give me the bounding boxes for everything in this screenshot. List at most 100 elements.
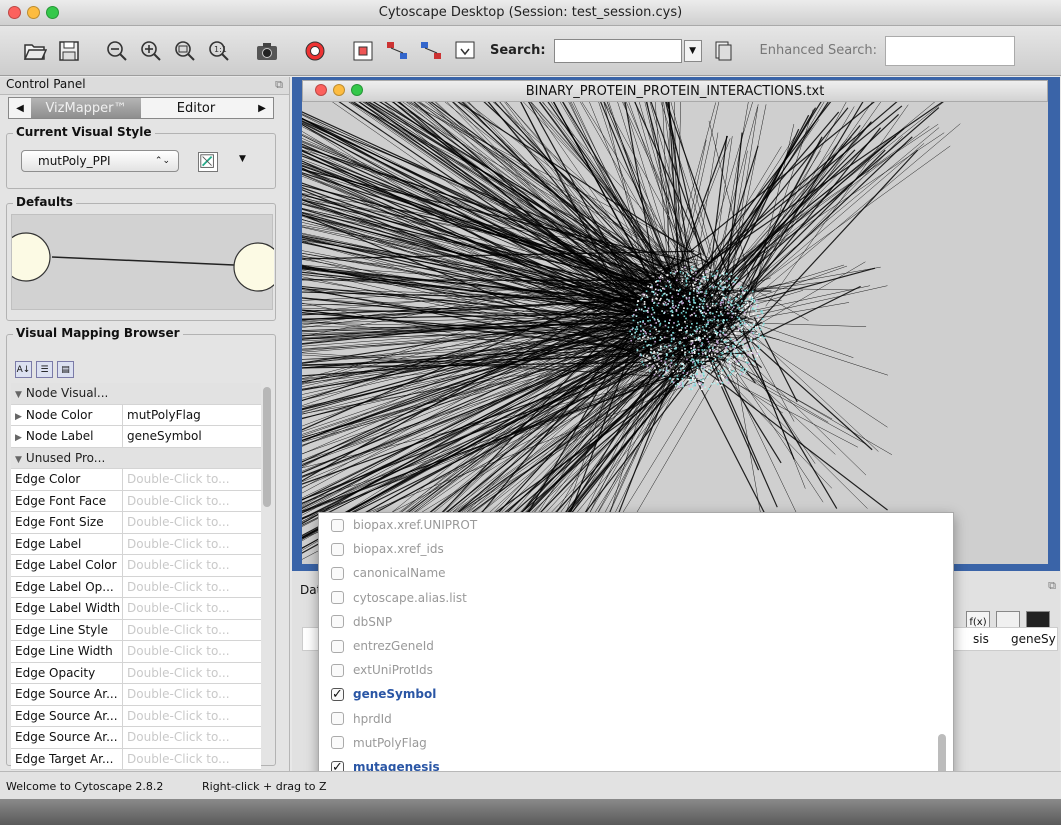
tab-right-arrow[interactable]: ▶ — [251, 98, 273, 118]
checkbox-icon[interactable] — [331, 663, 344, 677]
default-node-source — [1, 232, 51, 282]
property-row[interactable]: Edge Opacity Double-Click to... — [11, 662, 261, 684]
network-edges — [302, 102, 961, 564]
property-row[interactable]: Edge Font Size Double-Click to... — [11, 512, 261, 534]
property-value[interactable]: Double-Click to... — [123, 555, 261, 576]
collapsed-icon[interactable]: ▶ — [15, 433, 22, 443]
checkbox-icon[interactable] — [331, 712, 344, 726]
checkbox-icon[interactable] — [331, 736, 344, 750]
column-option[interactable]: extUniProtIds — [319, 658, 939, 682]
zoom-out-icon[interactable] — [102, 36, 132, 66]
property-value[interactable]: Double-Click to... — [123, 749, 261, 770]
column-option[interactable]: mutPolyFlag — [319, 731, 939, 755]
detach-icon[interactable]: ⧉ — [275, 78, 283, 92]
property-value[interactable]: Double-Click to... — [123, 727, 261, 748]
property-row[interactable]: Edge Font Face Double-Click to... — [11, 490, 261, 512]
checkbox-icon[interactable] — [331, 566, 344, 580]
property-value[interactable]: Double-Click to... — [123, 641, 261, 662]
property-row[interactable]: Edge Label Width Double-Click to... — [11, 598, 261, 620]
zoom-fit-icon[interactable] — [170, 36, 200, 66]
property-value[interactable]: Double-Click to... — [123, 684, 261, 705]
hide-selected-icon[interactable] — [382, 36, 412, 66]
toggle-description-icon[interactable]: ▤ — [57, 361, 74, 378]
save-icon[interactable] — [54, 36, 84, 66]
checkbox-icon[interactable] — [331, 639, 344, 653]
zoom-selected-icon[interactable]: 1:1 — [204, 36, 234, 66]
tab-editor[interactable]: Editor — [141, 98, 251, 118]
column-option[interactable]: canonicalName — [319, 561, 939, 585]
property-row[interactable]: Edge Line Style Double-Click to... — [11, 619, 261, 641]
network-graph[interactable] — [302, 102, 1048, 564]
property-value[interactable]: Double-Click to... — [123, 491, 261, 512]
search-input[interactable] — [553, 38, 682, 63]
checkbox-checked-icon[interactable]: ✓ — [331, 687, 344, 702]
property-row[interactable]: ▶ Node Color mutPolyFlag — [11, 404, 261, 426]
show-all-icon[interactable] — [416, 36, 446, 66]
search-dropdown-button[interactable]: ▼ — [683, 39, 702, 62]
zoom-window-button[interactable] — [46, 6, 59, 19]
column-option[interactable]: cytoscape.alias.list — [319, 586, 939, 610]
property-row[interactable]: ▶ Node Label geneSymbol — [11, 426, 261, 448]
property-value[interactable]: Double-Click to... — [123, 598, 261, 619]
tab-left-arrow[interactable]: ◀ — [9, 98, 31, 118]
checkbox-icon[interactable] — [331, 518, 344, 532]
column-header-mutagenesis[interactable]: sis — [973, 632, 989, 646]
property-row[interactable]: Edge Source Ar... Double-Click to... — [11, 727, 261, 749]
property-row[interactable]: Edge Source Ar... Double-Click to... — [11, 705, 261, 727]
property-row[interactable]: Edge Line Width Double-Click to... — [11, 641, 261, 663]
property-name: Edge Label — [11, 533, 123, 554]
property-value[interactable]: Double-Click to... — [123, 663, 261, 684]
checkbox-icon[interactable] — [331, 542, 344, 556]
column-option[interactable]: ✓ geneSymbol — [319, 682, 939, 706]
column-option[interactable]: dbSNP — [319, 610, 939, 634]
column-option[interactable]: biopax.xref_ids — [319, 537, 939, 561]
property-row[interactable]: Edge Target Ar... Double-Click to... — [11, 748, 261, 770]
search-options-icon[interactable] — [708, 36, 738, 66]
property-row[interactable]: Edge Label Op... Double-Click to... — [11, 576, 261, 598]
group-categories-icon[interactable]: ☰ — [36, 361, 53, 378]
property-value[interactable]: geneSymbol — [123, 426, 261, 447]
open-icon[interactable] — [20, 36, 50, 66]
close-window-button[interactable] — [8, 6, 21, 19]
column-option[interactable]: biopax.xref.UNIPROT — [319, 513, 939, 537]
collapsed-icon[interactable]: ▶ — [15, 412, 22, 422]
checkbox-icon[interactable] — [331, 615, 344, 629]
property-value[interactable]: Double-Click to... — [123, 469, 261, 490]
first-neighbors-icon[interactable] — [348, 36, 378, 66]
expanded-icon[interactable]: ▼ — [15, 390, 22, 400]
network-canvas[interactable] — [302, 102, 1048, 564]
property-row[interactable]: Edge Label Color Double-Click to... — [11, 555, 261, 577]
property-value[interactable]: Double-Click to... — [123, 706, 261, 727]
property-row[interactable]: Edge Label Double-Click to... — [11, 533, 261, 555]
property-row[interactable]: Edge Color Double-Click to... — [11, 469, 261, 491]
checkbox-icon[interactable] — [331, 591, 344, 605]
export-icon[interactable] — [450, 36, 480, 66]
column-header-genesymbol[interactable]: geneSy — [1011, 632, 1056, 646]
data-panel-detach-icon[interactable]: ⧉ — [1048, 579, 1056, 593]
property-row[interactable]: Edge Source Ar... Double-Click to... — [11, 684, 261, 706]
column-option[interactable]: entrezGeneId — [319, 634, 939, 658]
tab-vizmapper[interactable]: VizMapper™ — [31, 98, 141, 118]
property-value[interactable]: Double-Click to... — [123, 512, 261, 533]
property-scrollbar[interactable] — [263, 383, 271, 763]
property-value[interactable]: Double-Click to... — [123, 620, 261, 641]
expanded-icon[interactable]: ▼ — [15, 455, 22, 465]
category-row[interactable]: ▼ Node Visual... — [11, 383, 261, 405]
snapshot-icon[interactable] — [252, 36, 282, 66]
enhanced-search-input[interactable] — [885, 35, 1016, 66]
property-value[interactable]: Double-Click to... — [123, 534, 261, 555]
category-row[interactable]: ▼ Unused Pro... — [11, 447, 261, 469]
property-value[interactable]: Double-Click to... — [123, 577, 261, 598]
zoom-in-icon[interactable] — [136, 36, 166, 66]
defaults-preview[interactable] — [1, 214, 283, 310]
style-options-caret-icon[interactable]: ▼ — [239, 154, 246, 164]
minimize-window-button[interactable] — [27, 6, 40, 19]
help-icon[interactable] — [300, 36, 330, 66]
style-options-icon[interactable] — [198, 152, 218, 172]
property-value[interactable]: mutPolyFlag — [123, 405, 261, 426]
visual-style-select[interactable]: mutPoly_PPI ⌃⌄ — [21, 150, 179, 172]
sort-alpha-icon[interactable]: A↓ — [15, 361, 32, 378]
select-arrows-icon: ⌃⌄ — [154, 156, 170, 166]
property-scrollbar-thumb[interactable] — [263, 387, 271, 507]
column-option[interactable]: hprdId — [319, 707, 939, 731]
